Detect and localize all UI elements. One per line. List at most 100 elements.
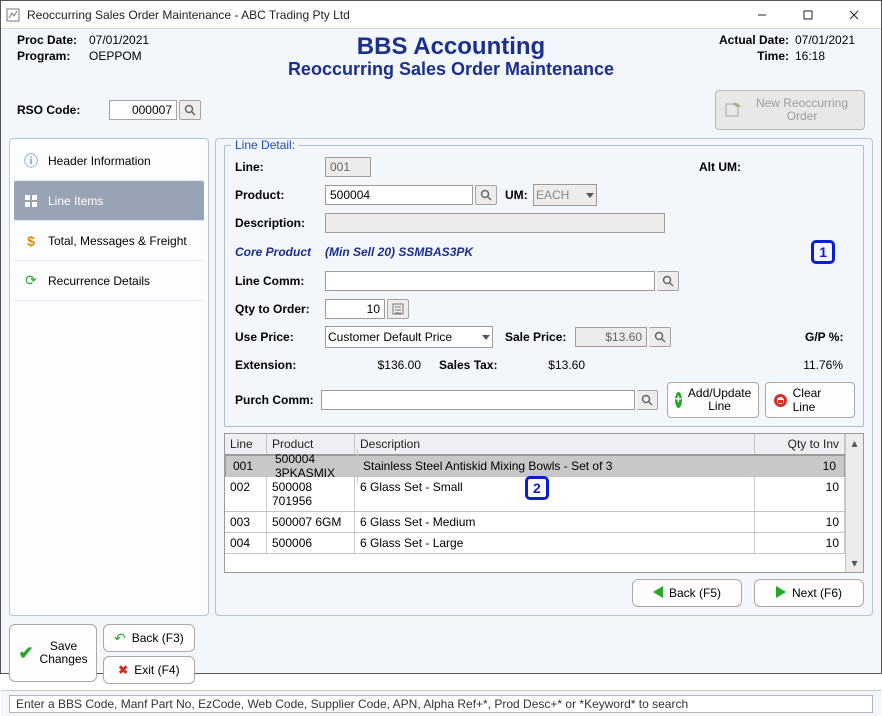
add-update-line-button[interactable]: + Add/Update Line [667,382,759,418]
actual-date-value: 07/01/2021 [795,33,865,47]
arrow-right-icon [776,586,786,601]
next-f6-button[interactable]: Next (F6) [754,579,864,607]
program-label: Program: [17,49,89,63]
sidebar: ⓘ Header Information Line Items $ Total,… [9,138,209,616]
maximize-button[interactable] [785,1,831,29]
gp-value: 11.76% [795,358,855,372]
um-select[interactable]: EACH [533,184,597,206]
sidebar-item-header-information[interactable]: ⓘ Header Information [14,141,204,181]
titlebar: Reoccurring Sales Order Maintenance - AB… [1,1,881,29]
chevron-down-icon [586,193,594,198]
product-input[interactable]: 500004 [325,185,473,205]
page-subtitle: Reoccurring Sales Order Maintenance [237,59,665,80]
actual-date-label: Actual Date: [699,33,789,47]
exit-f4-button[interactable]: ✖ Exit (F4) [103,656,195,684]
save-changes-button[interactable]: ✔ Save Changes [9,624,97,682]
saleprice-label: Sale Price: [505,330,575,344]
line-items-table: Line Product Description Qty to Inv 001 … [224,433,864,573]
product-search-button[interactable] [475,185,497,205]
purchcomm-search-button[interactable] [637,390,658,410]
useprice-select[interactable]: Customer Default Price [325,326,493,348]
plus-icon: + [675,392,682,408]
clear-line-button[interactable]: Clear Line [765,382,855,418]
next-f6-label: Next (F6) [792,586,842,600]
line-label: Line: [235,160,325,174]
chevron-down-icon [482,335,490,340]
search-icon [662,275,674,287]
time-label: Time: [699,49,789,63]
new-reoccurring-order-button[interactable]: New Reoccurring Order [715,90,865,130]
sidebar-item-recurrence[interactable]: ⟳ Recurrence Details [14,261,204,301]
sidebar-item-label: Line Items [48,194,103,208]
search-icon [184,104,196,116]
line-detail-group: Line Detail: Line: 001 Alt UM: Product: … [224,145,864,427]
linecomm-input[interactable] [325,271,655,291]
description-label: Description: [235,216,325,230]
description-input[interactable] [325,213,665,233]
exit-f4-label: Exit (F4) [134,663,179,677]
arrow-left-icon [653,586,663,601]
close-icon: ✖ [118,663,128,677]
sidebar-item-label: Recurrence Details [48,274,150,288]
col-qty[interactable]: Qty to Inv [755,434,845,454]
salestax-value: $13.60 [509,358,585,372]
linecomm-search-button[interactable] [657,271,679,291]
close-button[interactable] [831,1,877,29]
product-label: Product: [235,188,325,202]
linecomm-label: Line Comm: [235,274,325,288]
title: Reoccurring Sales Order Maintenance - AB… [27,8,739,22]
extension-value: $136.00 [325,358,421,372]
rso-code-input[interactable]: 000007 [109,100,177,120]
content: Line Detail: Line: 001 Alt UM: Product: … [215,138,873,616]
qty-label: Qty to Order: [235,302,325,316]
app-title: BBS Accounting [237,33,665,61]
back-f5-button[interactable]: Back (F5) [632,579,742,607]
callout-one: 1 [811,240,835,264]
new-order-label: New Reoccurring Order [748,97,856,123]
line-input[interactable]: 001 [325,157,371,177]
new-order-icon [724,101,742,119]
scroll-down-icon[interactable]: ▾ [846,554,863,572]
table-row[interactable]: 004 500006 6 Glass Set - Large 10 [225,533,845,554]
dollar-icon: $ [22,232,40,250]
rso-search-button[interactable] [179,100,201,120]
salestax-label: Sales Tax: [439,358,509,372]
qty-calc-button[interactable] [387,299,409,319]
minimize-button[interactable] [739,1,785,29]
purchcomm-input[interactable] [321,390,635,410]
saleprice-input[interactable]: $13.60 [575,327,647,347]
back-f3-button[interactable]: ↶ Back (F3) [103,624,195,652]
time-value: 16:18 [795,49,865,63]
sidebar-item-totals[interactable]: $ Total, Messages & Freight [14,221,204,261]
core-product-value: (Min Sell 20) SSMBAS3PK [325,245,473,259]
calculator-icon [392,303,404,315]
line-detail-legend: Line Detail: [231,138,299,152]
useprice-label: Use Price: [235,330,325,344]
recycle-icon: ⟳ [22,272,40,290]
back-f5-label: Back (F5) [669,586,721,600]
table-row[interactable]: 002 500008 701956 6 Glass Set - Small2 1… [225,477,845,512]
save-label: Save Changes [40,640,88,666]
sidebar-item-label: Total, Messages & Freight [48,234,187,248]
sidebar-item-label: Header Information [48,154,151,168]
qty-input[interactable]: 10 [325,299,385,319]
add-update-label: Add/Update Line [688,387,751,413]
grid-icon [22,192,40,210]
check-icon: ✔ [18,643,33,664]
rso-code-label: RSO Code: [17,103,109,117]
program-value: OEPPOM [89,49,142,63]
col-line[interactable]: Line [225,434,267,454]
scroll-up-icon[interactable]: ▴ [846,434,863,452]
undo-icon: ↶ [114,630,126,647]
col-description[interactable]: Description [355,434,755,454]
status-bar: Enter a BBS Code, Manf Part No, EzCode, … [1,690,881,716]
table-scrollbar[interactable]: ▴ ▾ [845,434,863,572]
sidebar-item-line-items[interactable]: Line Items [14,181,204,221]
callout-two: 2 [525,476,549,500]
table-row[interactable]: 003 500007 6GM 6 Glass Set - Medium 10 [225,512,845,533]
table-row[interactable]: 001 500004 3PKASMIX Stainless Steel Anti… [225,455,845,477]
saleprice-search-button[interactable] [649,327,671,347]
app-icon [5,7,21,23]
info-icon: ⓘ [22,152,40,170]
search-icon [654,331,666,343]
